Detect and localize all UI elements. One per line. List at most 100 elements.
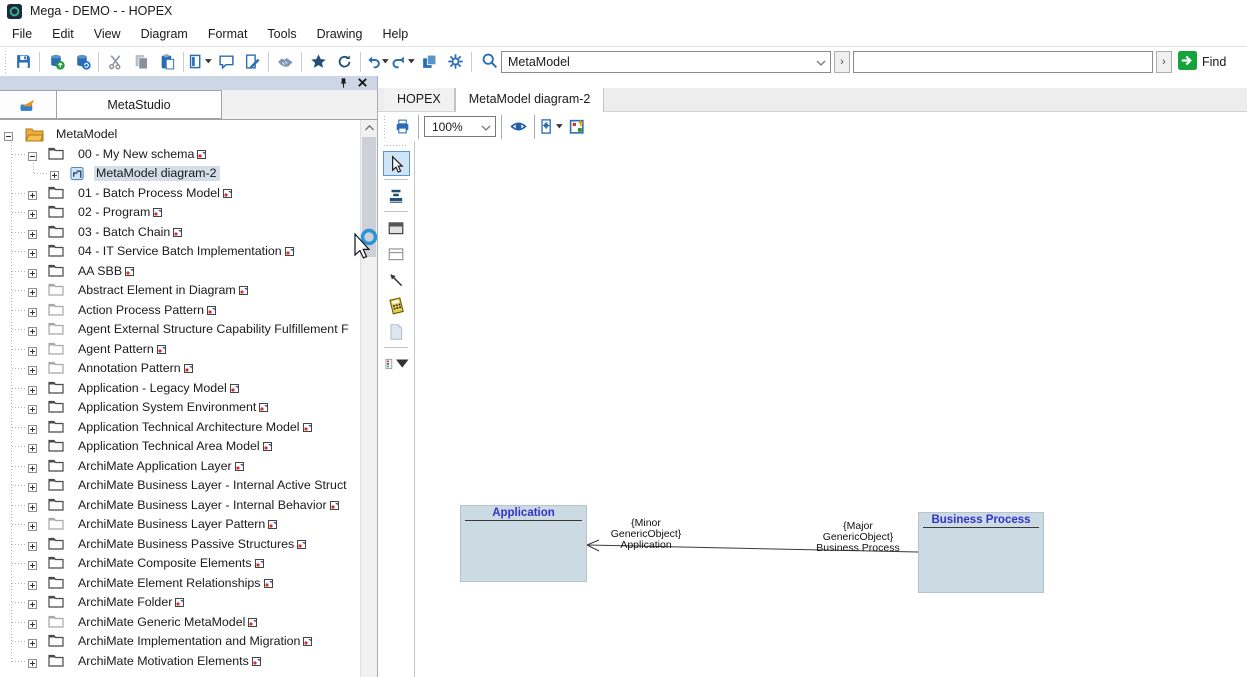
collapse-icon[interactable] [28,150,37,164]
diagram-canvas[interactable]: {MinorGenericObject}Application {MajorGen… [415,141,1247,677]
close-panel-icon[interactable] [357,77,368,88]
tree-item-annotation-pattern[interactable]: Annotation Pattern [0,359,377,379]
search-scope-combobox[interactable]: MetaModel [501,51,831,73]
tree-item-label[interactable]: Application System Environment [76,400,271,415]
expand-icon[interactable] [28,598,37,612]
menu-help[interactable]: Help [372,24,418,44]
expand-icon[interactable] [28,540,37,554]
expand-icon[interactable] [28,189,37,203]
tab-metamodel-diagram-2[interactable]: MetaModel diagram-2 [455,88,605,112]
tree-item-label[interactable]: Application Technical Area Model [76,439,275,454]
tree-item-label[interactable]: ArchiMate Element Relationships [76,576,276,591]
tree-item-archimate-folder[interactable]: ArchiMate Folder [0,593,377,613]
settings-button[interactable] [442,50,468,74]
note-tool-button[interactable] [383,293,410,318]
tree-item-label[interactable]: ArchiMate Application Layer [76,459,247,474]
tree-item-label[interactable]: Abstract Element in Diagram [76,283,251,298]
connector-label[interactable]: {MinorGenericObject}Application [576,518,716,551]
paste-button[interactable] [154,50,180,74]
tree-item-label[interactable]: 00 - My New schema [76,147,209,162]
connector-label[interactable]: {MajorGenericObject}Business Process [788,521,928,554]
tree-item-label[interactable]: ArchiMate Business Layer Pattern [76,517,280,532]
menu-edit[interactable]: Edit [42,24,84,44]
expand-icon[interactable] [28,267,37,281]
select-tool-button[interactable] [383,151,410,176]
copy-button[interactable] [128,50,154,74]
tree-item-application-legacy-model[interactable]: Application - Legacy Model [0,379,377,399]
favorites-button[interactable] [305,50,331,74]
expand-icon[interactable] [28,286,37,300]
chevron-down-icon[interactable] [481,120,491,134]
tree-item-label[interactable]: ArchiMate Folder [76,595,187,610]
commit-database-button[interactable] [43,50,69,74]
menu-view[interactable]: View [84,24,131,44]
tree-item-label[interactable]: Application - Legacy Model [76,381,242,396]
expand-icon[interactable] [28,559,37,573]
update-diagram-button[interactable] [564,115,590,139]
tree-item-archimate-business-passive-structures[interactable]: ArchiMate Business Passive Structures [0,535,377,555]
tab-metastudio[interactable]: MetaStudio [57,90,222,119]
palette-grip[interactable] [384,144,408,148]
tree-item-label[interactable]: Agent Pattern [76,342,169,357]
tree-item-archimate-generic-metamodel[interactable]: ArchiMate Generic MetaModel [0,613,377,633]
frame-box-tool-button[interactable] [383,241,410,266]
expand-icon[interactable] [28,579,37,593]
menu-drawing[interactable]: Drawing [307,24,373,44]
tree-item-label[interactable]: 03 - Batch Chain [76,225,185,240]
tree-item-archimate-motivation-elements[interactable]: ArchiMate Motivation Elements [0,652,377,672]
menu-format[interactable]: Format [198,24,258,44]
tree-item-label[interactable]: MetaModel diagram-2 [94,166,220,181]
tree-item-archimate-implementation-and-migration[interactable]: ArchiMate Implementation and Migration [0,632,377,652]
comment-button[interactable] [213,50,239,74]
tree-item-label[interactable]: Agent External Structure Capability Fulf… [76,322,352,337]
expand-icon[interactable] [28,384,37,398]
tree-item-04-it-service-batch-implementation[interactable]: 04 - IT Service Batch Implementation [0,242,377,262]
connector-line[interactable] [415,141,1245,677]
expand-icon[interactable] [28,403,37,417]
tree-item-application-system-environment[interactable]: Application System Environment [0,398,377,418]
diagram-toolbar-grip[interactable] [382,116,387,138]
save-button[interactable] [10,50,36,74]
tree-item-archimate-composite-elements[interactable]: ArchiMate Composite Elements [0,554,377,574]
tree-item-label[interactable]: 01 - Batch Process Model [76,186,235,201]
tree-item-application-technical-area-model[interactable]: Application Technical Area Model [0,437,377,457]
expand-icon[interactable] [28,657,37,671]
chevron-down-icon[interactable] [816,55,826,69]
clone-objects-button[interactable] [416,50,442,74]
tree-item-02-program[interactable]: 02 - Program [0,203,377,223]
tree-item-agent-external-structure-capability-fulfillement-f[interactable]: Agent External Structure Capability Fulf… [0,320,377,340]
search-query-input[interactable] [853,51,1153,73]
tree-item-abstract-element-in-diagram[interactable]: Abstract Element in Diagram [0,281,377,301]
expand-icon[interactable] [28,423,37,437]
tree-scrollbar[interactable] [360,120,377,677]
tab-hopex[interactable]: HOPEX [384,88,455,111]
link-tool-button[interactable] [383,267,410,292]
expand-icon[interactable] [50,169,59,183]
tree-item-application-technical-architecture-model[interactable]: Application Technical Architecture Model [0,418,377,438]
tree-item-label[interactable]: ArchiMate Business Layer - Internal Beha… [76,498,342,513]
format-colors-tool-button[interactable] [383,351,410,376]
tree-item-label[interactable]: ArchiMate Business Layer - Internal Acti… [76,478,350,493]
collapse-icon[interactable] [4,130,13,144]
search-query-go-button[interactable]: › [1156,51,1172,73]
tree-item-label[interactable]: ArchiMate Generic MetaModel [76,615,260,630]
expand-icon[interactable] [28,442,37,456]
tree-item-03-batch-chain[interactable]: 03 - Batch Chain [0,223,377,243]
tree-item-archimate-application-layer[interactable]: ArchiMate Application Layer [0,457,377,477]
find-button[interactable]: Find [1178,51,1226,73]
new-window-button[interactable] [187,50,213,74]
refresh-database-button[interactable] [69,50,95,74]
expand-icon[interactable] [28,637,37,651]
tree-item-archimate-element-relationships[interactable]: ArchiMate Element Relationships [0,574,377,594]
node-application[interactable]: Application [460,505,587,582]
menu-file[interactable]: File [2,24,42,44]
expand-icon[interactable] [28,501,37,515]
object-box-tool-button[interactable] [383,215,410,240]
collaboration-button[interactable] [272,50,298,74]
expand-icon[interactable] [28,364,37,378]
tree-item-label[interactable]: ArchiMate Business Passive Structures [76,537,309,552]
tree-item-agent-pattern[interactable]: Agent Pattern [0,340,377,360]
toolbar-grip[interactable] [3,51,8,73]
expand-icon[interactable] [28,325,37,339]
cut-button[interactable] [102,50,128,74]
